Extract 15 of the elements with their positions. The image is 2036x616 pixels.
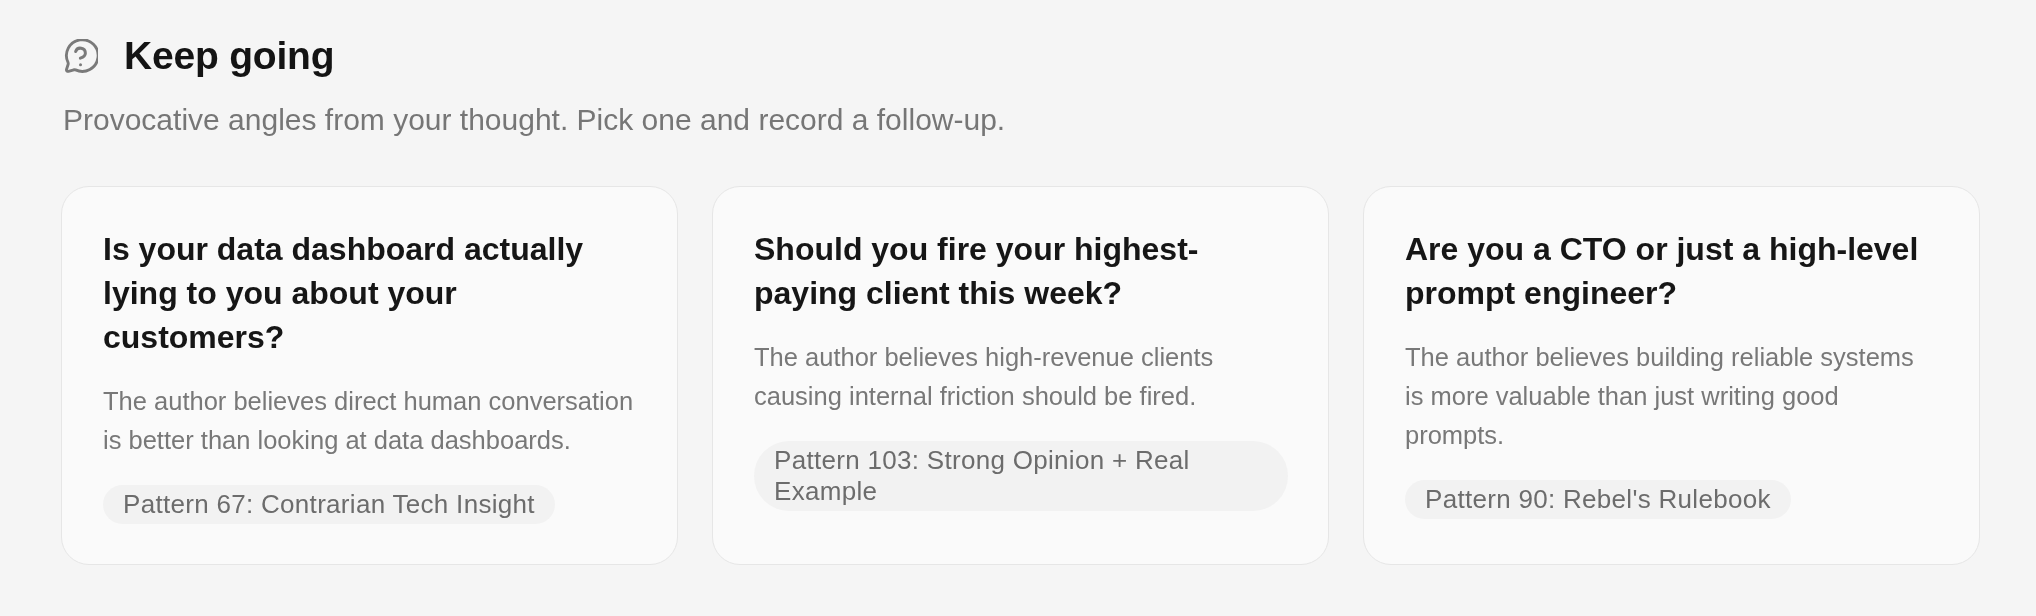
summary-text: The author believes building reliable systems is more valuable than just writing good prompts. — [1405, 342, 1915, 451]
section-subtitle: Provocative angles from your thought. Pick one and record a follow-up. — [63, 102, 1007, 138]
question-title: Should you fire your highest-paying client this week? — [754, 230, 1200, 313]
summary-text: The author believes high-revenue clients causing internal friction should be fired. — [754, 342, 1215, 412]
question-title: Is your data dashboard actually lying to you about your customers? — [103, 230, 585, 357]
question-bubble-icon — [63, 38, 98, 74]
question-title: Are you a CTO or just a high-level prompt engineer? — [1405, 230, 1920, 313]
angle-card[interactable]: Should you fire your highest-paying client this week? The author believes high-revenue clients causing internal friction should be fired. Pattern 103: Strong Opinion + Real Example — [712, 186, 1329, 565]
pattern-tag: Pattern 103: Strong Opinion + Real Example — [754, 441, 1288, 511]
pattern-tag: Pattern 67: Contrarian Tech Insight — [103, 485, 555, 524]
pattern-tag: Pattern 90: Rebel's Rulebook — [1405, 480, 1791, 519]
angle-card[interactable]: Are you a CTO or just a high-level prompt engineer? The author believes building reliable systems is more valuable than just writing good prompts. Pattern 90: Rebel's Rulebook — [1363, 186, 1980, 565]
angle-card[interactable]: Is your data dashboard actually lying to you about your customers? The author believes direct human conversation is better than looking at data dashboards. Pattern 67: Contrarian Tech Insight — [61, 186, 678, 565]
section-title: Keep going — [124, 33, 335, 79]
summary-text: The author believes direct human conversation is better than looking at data dashboards. — [103, 386, 635, 456]
